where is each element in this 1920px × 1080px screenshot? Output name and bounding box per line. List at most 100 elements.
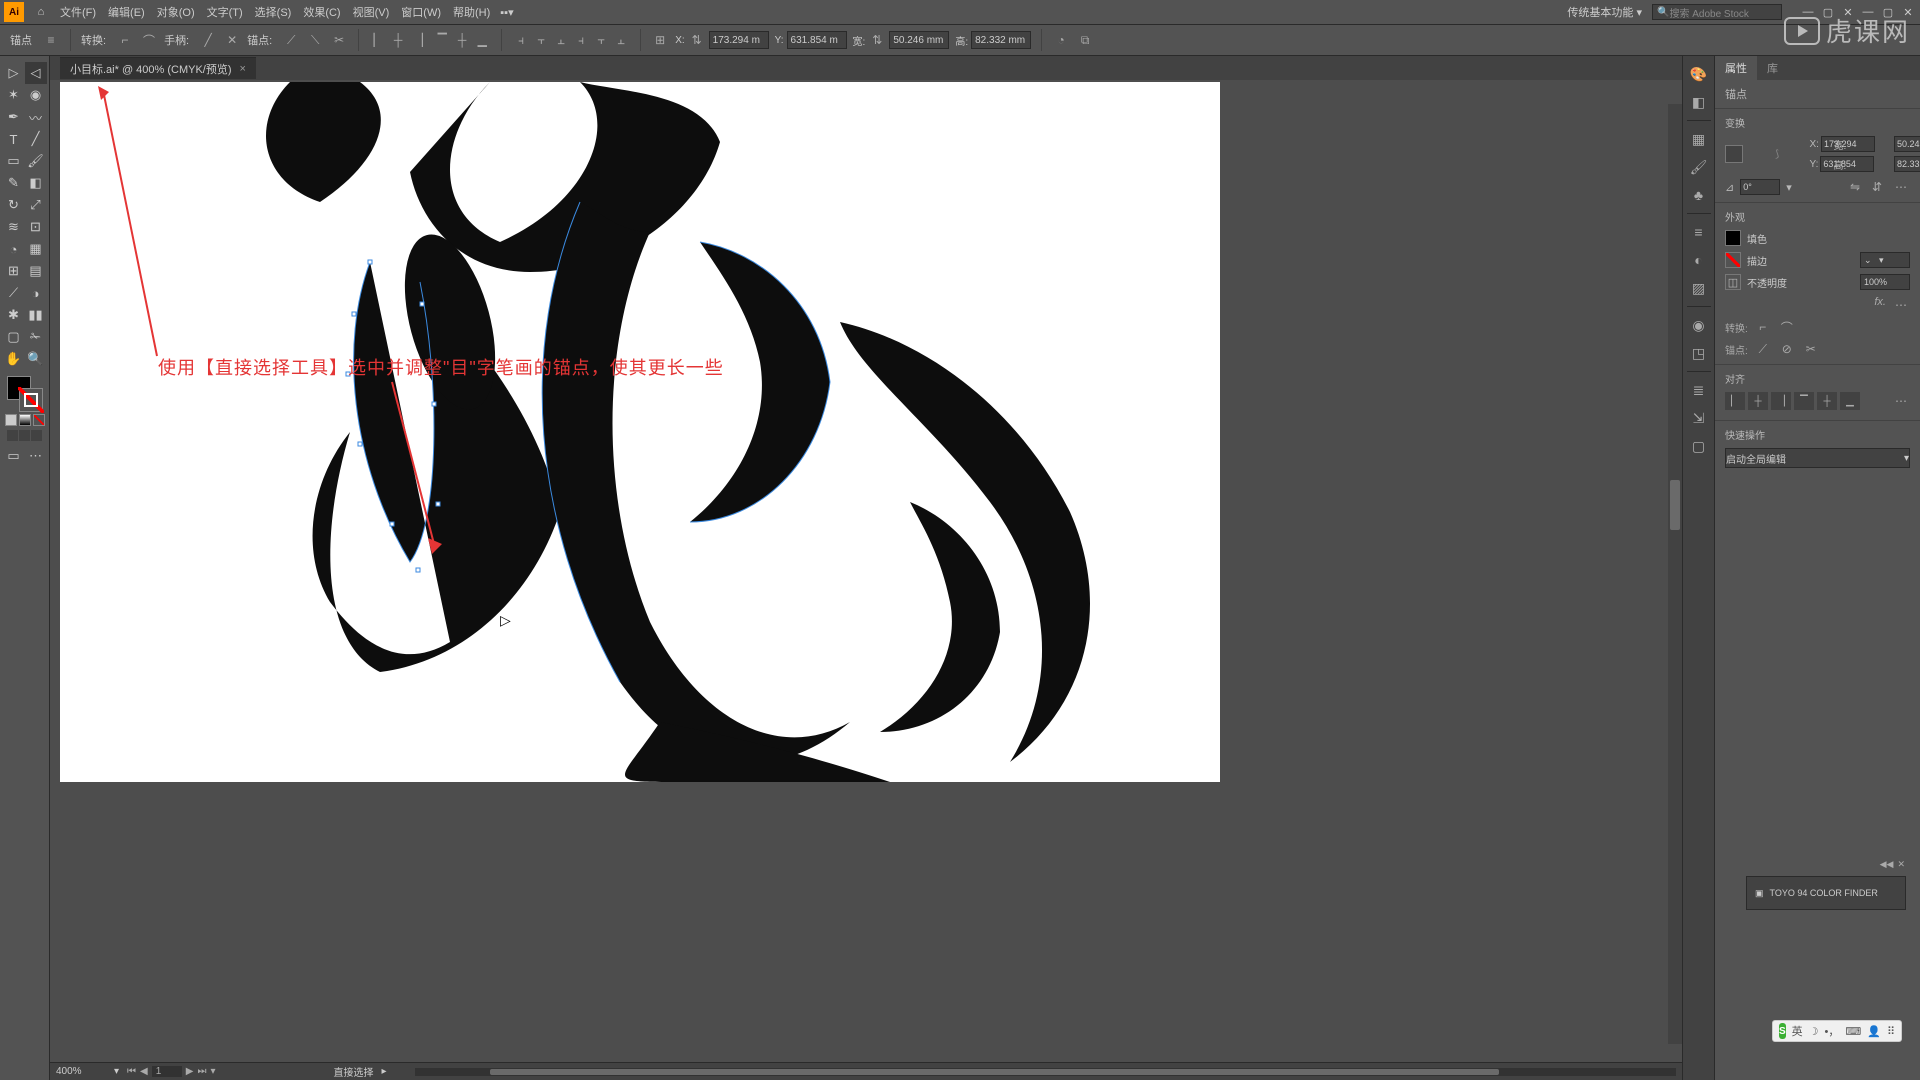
appearance-more-icon[interactable]: ⋯ bbox=[1892, 296, 1910, 314]
tab-library[interactable]: 库 bbox=[1757, 56, 1788, 80]
curvature-tool[interactable]: 〰 bbox=[25, 106, 47, 128]
layers-panel-icon[interactable]: ≣ bbox=[1687, 378, 1711, 402]
prop-connect-icon[interactable]: ⊘ bbox=[1778, 340, 1796, 358]
smooth-point-icon[interactable]: ⌒ bbox=[140, 31, 158, 49]
shape-builder-tool[interactable]: ◔ bbox=[3, 238, 25, 260]
workspace-switcher[interactable]: 传统基本功能 ▾ bbox=[1567, 4, 1642, 20]
lasso-tool[interactable]: ◉ bbox=[25, 84, 47, 106]
prop-corner-icon[interactable]: ⌐ bbox=[1754, 318, 1772, 336]
options-icon[interactable]: ⧉ bbox=[1076, 31, 1094, 49]
w-input[interactable] bbox=[889, 31, 949, 49]
dist-left-icon[interactable]: ⫞ bbox=[512, 31, 530, 49]
gradient-panel-icon[interactable]: ◐ bbox=[1687, 248, 1711, 272]
menu-help[interactable]: 帮助(H) bbox=[453, 4, 490, 20]
connect-anchor-icon[interactable]: ⟍ bbox=[306, 31, 324, 49]
prop-smooth-icon[interactable]: ⌒ bbox=[1778, 318, 1796, 336]
palign-top-icon[interactable]: ▔ bbox=[1794, 392, 1814, 410]
graphic-styles-panel-icon[interactable]: ◳ bbox=[1687, 341, 1711, 365]
eraser-tool[interactable]: ◧ bbox=[25, 172, 47, 194]
link-wh-icon[interactable]: ⇅ bbox=[868, 31, 886, 49]
more-transform-icon[interactable]: ⋯ bbox=[1892, 178, 1910, 196]
window-min-icon[interactable]: — bbox=[1860, 5, 1876, 19]
gradient-tool[interactable]: ▤ bbox=[25, 260, 47, 282]
menu-object[interactable]: 对象(O) bbox=[157, 4, 195, 20]
hide-handles-icon[interactable]: ✕ bbox=[223, 31, 241, 49]
edit-toolbar-icon[interactable]: ⋯ bbox=[25, 445, 47, 467]
ime-logo-icon[interactable]: S bbox=[1779, 1023, 1786, 1039]
palign-hcenter-icon[interactable]: ┼ bbox=[1748, 392, 1768, 410]
slice-tool[interactable]: ✁ bbox=[25, 326, 47, 348]
y-input[interactable] bbox=[787, 31, 847, 49]
ime-menu-icon[interactable]: ⠿ bbox=[1887, 1025, 1895, 1038]
opacity-input[interactable]: 100% bbox=[1860, 274, 1910, 290]
brushes-panel-icon[interactable]: 🖌 bbox=[1687, 155, 1711, 179]
angle-input[interactable] bbox=[1740, 179, 1780, 195]
corner-point-icon[interactable]: ⌐ bbox=[116, 31, 134, 49]
document-tab[interactable]: 小目标.ai* @ 400% (CMYK/预览) × bbox=[60, 57, 256, 79]
fill-stroke-swatches[interactable] bbox=[7, 376, 43, 412]
graph-tool[interactable]: ▮▮ bbox=[25, 304, 47, 326]
prop-w-input[interactable] bbox=[1894, 136, 1920, 152]
dist-top-icon[interactable]: ⫞ bbox=[572, 31, 590, 49]
window-group-max-icon[interactable]: ▢ bbox=[1820, 5, 1836, 19]
menu-view[interactable]: 视图(V) bbox=[353, 4, 390, 20]
draw-behind-icon[interactable] bbox=[19, 430, 30, 441]
zoom-level[interactable]: 400% bbox=[56, 1066, 106, 1077]
remove-anchor-icon[interactable]: ⟋ bbox=[282, 31, 300, 49]
paintbrush-tool[interactable]: 🖌 bbox=[25, 150, 47, 172]
color-guide-panel-icon[interactable]: ◧ bbox=[1687, 90, 1711, 114]
draw-inside-icon[interactable] bbox=[31, 430, 42, 441]
home-icon[interactable]: ⌂ bbox=[32, 3, 50, 21]
dist-right-icon[interactable]: ⫠ bbox=[552, 31, 570, 49]
menu-window[interactable]: 窗口(W) bbox=[401, 4, 441, 20]
prop-cut-icon[interactable]: ✂ bbox=[1802, 340, 1820, 358]
menu-file[interactable]: 文件(F) bbox=[60, 4, 96, 20]
align-vcenter-icon[interactable]: ┼ bbox=[453, 31, 471, 49]
transparency-panel-icon[interactable]: ▨ bbox=[1687, 276, 1711, 300]
dist-hcenter-icon[interactable]: ⫟ bbox=[532, 31, 550, 49]
ref-point-icon[interactable]: ⊞ bbox=[651, 31, 669, 49]
x-input[interactable] bbox=[709, 31, 769, 49]
swatches-panel-icon[interactable]: ▦ bbox=[1687, 127, 1711, 151]
selection-tool[interactable]: ▷ bbox=[3, 62, 25, 84]
rectangle-tool[interactable]: ▭ bbox=[3, 150, 25, 172]
pen-tool[interactable]: ✒ bbox=[3, 106, 25, 128]
type-tool[interactable]: T bbox=[3, 128, 25, 150]
rotate-tool[interactable]: ↻ bbox=[3, 194, 25, 216]
gradient-mode-icon[interactable] bbox=[19, 414, 31, 426]
ime-keyboard-icon[interactable]: ⌨ bbox=[1845, 1025, 1861, 1038]
palign-right-icon[interactable]: ▕ bbox=[1771, 392, 1791, 410]
scale-tool[interactable]: ⤢ bbox=[25, 194, 47, 216]
panel-collapse-icon[interactable]: ◀◀ bbox=[1880, 859, 1894, 870]
link-wh-prop-icon[interactable]: ⟆ bbox=[1749, 149, 1806, 160]
search-input[interactable]: 🔍 搜索 Adobe Stock bbox=[1652, 4, 1782, 20]
palign-bottom-icon[interactable]: ▁ bbox=[1840, 392, 1860, 410]
width-tool[interactable]: ≋ bbox=[3, 216, 25, 238]
color-panel-icon[interactable]: 🎨 bbox=[1687, 62, 1711, 86]
artboard[interactable]: 使用【直接选择工具】选中并调整"目"字笔画的锚点，使其更长一些 ▷ bbox=[60, 82, 1220, 782]
eyedropper-tool[interactable]: ⟋ bbox=[3, 282, 25, 304]
h-input[interactable] bbox=[971, 31, 1031, 49]
stroke-panel-icon[interactable]: ≡ bbox=[1687, 220, 1711, 244]
align-left-icon[interactable]: ▏ bbox=[369, 31, 387, 49]
window-group-close-icon[interactable]: ✕ bbox=[1840, 5, 1856, 19]
cut-path-icon[interactable]: ✂ bbox=[330, 31, 348, 49]
blend-tool[interactable]: ◑ bbox=[25, 282, 47, 304]
none-mode-icon[interactable] bbox=[33, 414, 45, 426]
menu-icon[interactable]: ≡ bbox=[42, 31, 60, 49]
link-xy-icon[interactable]: ⇅ bbox=[688, 31, 706, 49]
last-artboard-icon[interactable]: ⏭ bbox=[197, 1066, 206, 1077]
mesh-tool[interactable]: ⊞ bbox=[3, 260, 25, 282]
dist-vcenter-icon[interactable]: ⫟ bbox=[592, 31, 610, 49]
palign-left-icon[interactable]: ▏ bbox=[1725, 392, 1745, 410]
perspective-tool[interactable]: ▦ bbox=[25, 238, 47, 260]
tab-close-icon[interactable]: × bbox=[240, 63, 246, 75]
shapebuilder-icon[interactable]: ◔ bbox=[1052, 31, 1070, 49]
align-right-icon[interactable]: ▕ bbox=[409, 31, 427, 49]
dist-bottom-icon[interactable]: ⫠ bbox=[612, 31, 630, 49]
prop-remove-anchor-icon[interactable]: ⟋ bbox=[1754, 340, 1772, 358]
menu-edit[interactable]: 编辑(E) bbox=[108, 4, 145, 20]
arrange-docs-icon[interactable]: ▪▪▾ bbox=[500, 6, 513, 19]
align-more-icon[interactable]: ⋯ bbox=[1892, 392, 1910, 410]
direct-selection-tool[interactable]: ◁ bbox=[25, 62, 47, 84]
